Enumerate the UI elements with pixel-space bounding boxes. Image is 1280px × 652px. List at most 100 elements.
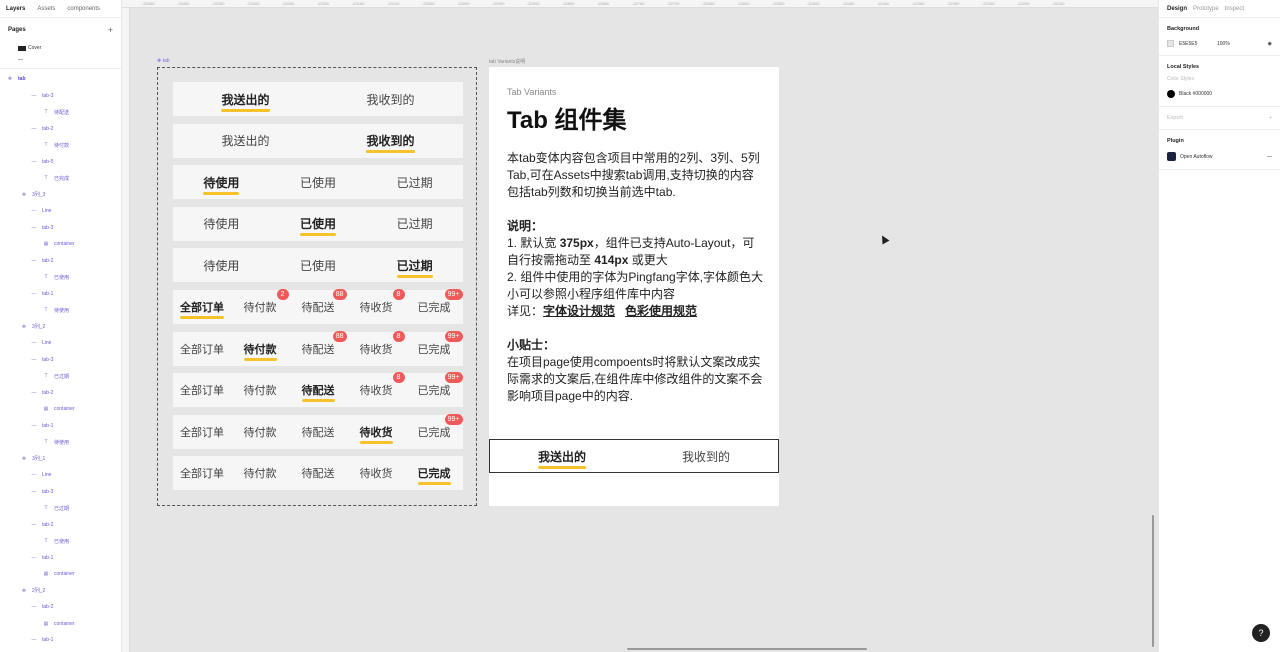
font-spec-link[interactable]: 字体设计规范 bbox=[543, 304, 615, 318]
vertical-scrollbar[interactable] bbox=[1152, 515, 1154, 647]
tab-variant-row[interactable]: 待使用 已使用 已过期 bbox=[173, 248, 463, 283]
layer-item[interactable]: — tab-1 bbox=[0, 418, 121, 435]
horizontal-scrollbar[interactable] bbox=[627, 648, 867, 650]
tab-option[interactable]: 已过期 bbox=[366, 248, 463, 282]
tab-option[interactable]: 全部订单 bbox=[173, 290, 231, 324]
tab-option[interactable]: 已完成 99+ bbox=[405, 289, 463, 324]
tab-option[interactable]: 待付款 bbox=[231, 373, 289, 407]
tab-variant-row[interactable]: 我送出的 我收到的 bbox=[173, 123, 463, 158]
doc-frame-label[interactable]: tab Variants说明 bbox=[489, 58, 525, 65]
layer-item[interactable]: ✥ 3列_1 bbox=[0, 451, 121, 468]
page-item-cover[interactable]: Cover bbox=[0, 42, 121, 54]
layer-item[interactable]: T 已过期 bbox=[0, 500, 121, 517]
visibility-eye-icon[interactable]: ◉ bbox=[1268, 41, 1272, 47]
remove-plugin-icon[interactable]: — bbox=[1267, 154, 1272, 160]
layer-item[interactable]: T 待使用 bbox=[0, 302, 121, 319]
layer-item[interactable]: — Line bbox=[0, 335, 121, 352]
layer-item[interactable]: ▦ container bbox=[0, 401, 121, 418]
layer-item[interactable]: T 待配送 bbox=[0, 104, 121, 121]
tab-option[interactable]: 待配送 88 bbox=[289, 330, 347, 366]
tab-option[interactable]: 待配送 bbox=[289, 373, 347, 407]
layer-item[interactable]: — tab-2 bbox=[0, 253, 121, 270]
tab-option[interactable]: 全部订单 bbox=[173, 373, 231, 407]
layer-item[interactable]: — tab-1 bbox=[0, 632, 121, 649]
tab-component-set[interactable]: 我送出的 我收到的 我送出的 我收到的 待使用 已使用 已过期 待使用 已使用 已过期 待使用 已使用… bbox=[157, 67, 477, 506]
layer-item[interactable]: — tab-3 bbox=[0, 88, 121, 105]
tab-option[interactable]: 待收货 8 bbox=[347, 372, 405, 407]
layer-item[interactable]: — tab-2 bbox=[0, 121, 121, 138]
tab-option[interactable]: 待配送 bbox=[289, 456, 347, 490]
tab-option[interactable]: 已使用 bbox=[270, 165, 367, 199]
tab-option[interactable]: 我收到的 bbox=[318, 124, 463, 158]
layer-item[interactable]: T 已使用 bbox=[0, 269, 121, 286]
background-opacity[interactable]: 100% bbox=[1217, 41, 1268, 47]
layer-item[interactable]: T 已过期 bbox=[0, 368, 121, 385]
tab-option[interactable]: 我收到的 bbox=[318, 82, 463, 116]
layer-item[interactable]: T 待使用 bbox=[0, 434, 121, 451]
tab-option[interactable]: 已使用 bbox=[270, 207, 367, 241]
tab-variant-row[interactable]: 全部订单 待付款 2 待配送 88 待收货 8 已完成 99+ bbox=[173, 289, 463, 324]
layer-item[interactable]: — tab-3 bbox=[0, 352, 121, 369]
color-spec-link[interactable]: 色彩使用规范 bbox=[625, 304, 697, 318]
layer-item[interactable]: ✥ 2列_2 bbox=[0, 583, 121, 600]
layer-item[interactable]: T 已完成 bbox=[0, 170, 121, 187]
tab-frame-label[interactable]: ✥ tab bbox=[157, 58, 170, 64]
layer-item[interactable]: ▦ container bbox=[0, 616, 121, 633]
tab-option[interactable]: 我送出的 bbox=[173, 82, 318, 116]
tab-assets[interactable]: Assets bbox=[37, 6, 55, 12]
layer-item[interactable]: — tab-2 bbox=[0, 599, 121, 616]
tab-option[interactable]: 待配送 88 bbox=[289, 289, 347, 324]
tab-variant-row[interactable]: 全部订单 待付款 待配送 88 待收货 8 已完成 99+ bbox=[173, 330, 463, 366]
plugin-item[interactable]: Open Autoflow — bbox=[1167, 152, 1272, 161]
tab-option[interactable]: 已过期 bbox=[366, 207, 463, 241]
color-style-item[interactable]: Black #000000 bbox=[1167, 90, 1272, 98]
layer-item[interactable]: — tab-2 bbox=[0, 385, 121, 402]
tab-option[interactable]: 待收货 bbox=[347, 456, 405, 490]
tab-option[interactable]: 待使用 bbox=[173, 165, 270, 199]
tab-design[interactable]: Design bbox=[1167, 6, 1187, 12]
layer-item[interactable]: — tab-1 bbox=[0, 286, 121, 303]
tab-variant-row[interactable]: 待使用 已使用 已过期 bbox=[173, 165, 463, 200]
layer-item[interactable]: ✥ 3列_3 bbox=[0, 187, 121, 204]
tab-option[interactable]: 待收货 bbox=[347, 415, 405, 449]
design-canvas[interactable]: -23450 -23400 -23350 -23300 -23250 -23200 -231… bbox=[122, 0, 1158, 652]
layer-item[interactable]: — tab-1 bbox=[0, 550, 121, 567]
tab-option[interactable]: 已完成 99+ bbox=[405, 330, 463, 366]
tab-option[interactable]: 已使用 bbox=[270, 248, 367, 282]
tab-variant-row[interactable]: 待使用 已使用 已过期 bbox=[173, 206, 463, 241]
add-export-icon[interactable]: + bbox=[1269, 115, 1272, 121]
tab-components[interactable]: components bbox=[67, 6, 100, 12]
demo-tab-instance[interactable]: 我送出的 我收到的 bbox=[489, 439, 779, 473]
tab-option[interactable]: 我收到的 bbox=[634, 440, 778, 472]
layer-item[interactable]: ✥ 3列_2 bbox=[0, 319, 121, 336]
page-item-2[interactable]: — bbox=[0, 54, 121, 66]
layer-item[interactable]: — tab-2 bbox=[0, 517, 121, 534]
tab-variant-row[interactable]: 全部订单 待付款 待配送 待收货 8 已完成 99+ bbox=[173, 372, 463, 408]
layer-item[interactable]: T 待付款 bbox=[0, 137, 121, 154]
tab-variant-row[interactable]: 全部订单 待付款 待配送 待收货 已完成 bbox=[173, 456, 463, 491]
tab-variant-row[interactable]: 我送出的 我收到的 bbox=[173, 82, 463, 116]
tab-option[interactable]: 待付款 2 bbox=[231, 289, 289, 324]
tab-inspect[interactable]: Inspect bbox=[1225, 6, 1244, 12]
background-hex[interactable]: E5E5E5 bbox=[1179, 41, 1217, 47]
layer-item[interactable]: T我送出的 bbox=[0, 649, 121, 652]
tab-option[interactable]: 已完成 bbox=[405, 456, 463, 490]
tab-option[interactable]: 已完成 99+ bbox=[405, 413, 463, 449]
tab-option[interactable]: 全部订单 bbox=[173, 456, 231, 490]
tab-option[interactable]: 待使用 bbox=[173, 207, 270, 241]
layer-item[interactable]: — Line bbox=[0, 203, 121, 220]
layer-item[interactable]: — tab-3 bbox=[0, 484, 121, 501]
tab-option[interactable]: 待配送 bbox=[289, 415, 347, 449]
layer-item[interactable]: — Line bbox=[0, 467, 121, 484]
tab-option[interactable]: 待付款 bbox=[231, 456, 289, 490]
background-swatch[interactable] bbox=[1167, 40, 1174, 47]
tab-prototype[interactable]: Prototype bbox=[1193, 6, 1219, 12]
tab-layers[interactable]: Layers bbox=[6, 6, 25, 12]
tab-option[interactable]: 全部订单 bbox=[173, 415, 231, 449]
tab-option[interactable]: 已完成 99+ bbox=[405, 372, 463, 407]
layer-item[interactable]: ✥ tab bbox=[0, 71, 121, 88]
tab-option[interactable]: 我送出的 bbox=[490, 440, 634, 472]
tab-option[interactable]: 待使用 bbox=[173, 248, 270, 282]
add-page-icon[interactable]: + bbox=[108, 25, 113, 35]
layer-item[interactable]: ▦ container bbox=[0, 236, 121, 253]
